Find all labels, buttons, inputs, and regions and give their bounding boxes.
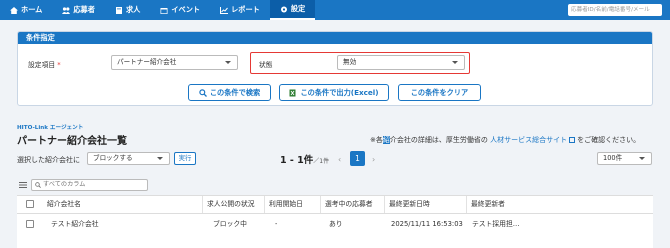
row-checkbox[interactable] [26, 220, 34, 228]
condition-header: 条件指定 [18, 32, 652, 44]
column-header-start-date[interactable]: 利用開始日 [265, 196, 321, 213]
execute-button[interactable]: 実行 [174, 152, 196, 165]
status-select[interactable]: 無効 [337, 55, 465, 70]
cell-applicants: あり [329, 220, 343, 228]
book-icon [115, 6, 123, 14]
pagination-prev[interactable]: ‹ [338, 155, 341, 164]
column-header-updated-at[interactable]: 最終更新日時 [385, 196, 467, 213]
chart-icon [220, 6, 229, 14]
nav-item-events[interactable]: イベント [150, 0, 210, 20]
nav-item-reports[interactable]: レポート [210, 0, 270, 20]
pagination-next[interactable]: › [372, 155, 375, 164]
nav-label-jobs: 求人 [125, 5, 141, 14]
external-link-icon [569, 137, 576, 143]
cell-status: ブロック中 [213, 220, 247, 228]
page-title: パートナー紹介会社一覧 [17, 136, 127, 147]
status-label: 状態 [259, 61, 273, 69]
nav-item-settings[interactable]: 設定 [269, 0, 316, 20]
divider [17, 213, 653, 214]
column-header-name[interactable]: 紹介会社名 [43, 196, 203, 213]
nav-label-reports: レポート [231, 5, 260, 14]
nav-label-applicants: 応募者 [73, 5, 95, 14]
nav-item-jobs[interactable]: 求人 [105, 0, 150, 20]
gear-icon [280, 6, 288, 13]
chevron-down-icon [639, 157, 645, 160]
nav-label-events: イベント [171, 5, 201, 14]
nav-label-settings: 設定 [290, 4, 306, 13]
pagination-current[interactable]: 1 [350, 151, 365, 166]
partner-table: 紹介会社名 求人公開の状況 利用開始日 選考中の応募者 最終更新日時 最終更新者… [17, 195, 653, 248]
export-excel-button[interactable]: この条件で出力(Excel) [279, 84, 389, 101]
clear-button[interactable]: この条件をクリア [398, 84, 481, 101]
select-all-checkbox[interactable] [26, 200, 34, 208]
cell-start-date: - [275, 220, 278, 228]
search-button[interactable]: この条件で検索 [188, 84, 271, 101]
global-search-input[interactable]: 応募者ID/名前/電話番号/メール [568, 4, 662, 16]
cell-name[interactable]: テスト紹介会社 [51, 217, 99, 232]
notice-text: ※各紹介会社の詳細は、厚生労働省の 人材サービス総合サイト をご確認ください。 [370, 136, 641, 144]
condition-panel: 条件指定 設定項目 * パートナー紹介会社 状態 無効 この条件で検索 この条件で… [17, 31, 653, 106]
chevron-down-icon [157, 157, 163, 160]
chevron-down-icon [452, 61, 458, 64]
excel-icon [289, 89, 296, 96]
menu-icon[interactable] [19, 182, 27, 188]
per-page-select[interactable]: 100件 [597, 152, 652, 165]
column-header-status[interactable]: 求人公開の状況 [203, 196, 265, 213]
chevron-down-icon [225, 61, 231, 64]
search-icon [35, 182, 41, 188]
company-tag: HITO-Link エージェント [17, 125, 84, 131]
status-filter-group: 状態 無効 [250, 52, 470, 74]
manpower-site-link[interactable]: 人材サービス総合サイト [490, 136, 567, 144]
nav-label-home: ホーム [21, 5, 43, 14]
cell-updated-at: 2025/11/11 16:53:03 [391, 220, 463, 228]
required-mark: * [57, 61, 61, 69]
bulk-action-select[interactable]: ブロックする [87, 152, 170, 165]
people-icon [62, 6, 71, 14]
result-count: 1 - 1件／1件 [280, 155, 330, 166]
column-search-input[interactable]: すべてのカラム [31, 179, 148, 191]
home-icon [10, 6, 18, 14]
column-header-applicants[interactable]: 選考中の応募者 [321, 196, 385, 213]
calendar-icon [160, 7, 168, 14]
cell-updated-by: テスト採用担… [472, 220, 520, 228]
top-nav: ホーム 応募者 求人 イベント レポート 設定 応募者ID/名前/電話番号/メー… [0, 0, 670, 20]
nav-item-applicants[interactable]: 応募者 [52, 0, 105, 20]
search-icon [199, 88, 207, 97]
setting-item-label: 設定項目 * [28, 61, 61, 69]
column-header-updated-by[interactable]: 最終更新者 [467, 196, 537, 213]
setting-item-select[interactable]: パートナー紹介会社 [111, 55, 238, 70]
bulk-action-label: 選択した紹介会社に [17, 156, 80, 164]
nav-item-home[interactable]: ホーム [0, 0, 52, 20]
